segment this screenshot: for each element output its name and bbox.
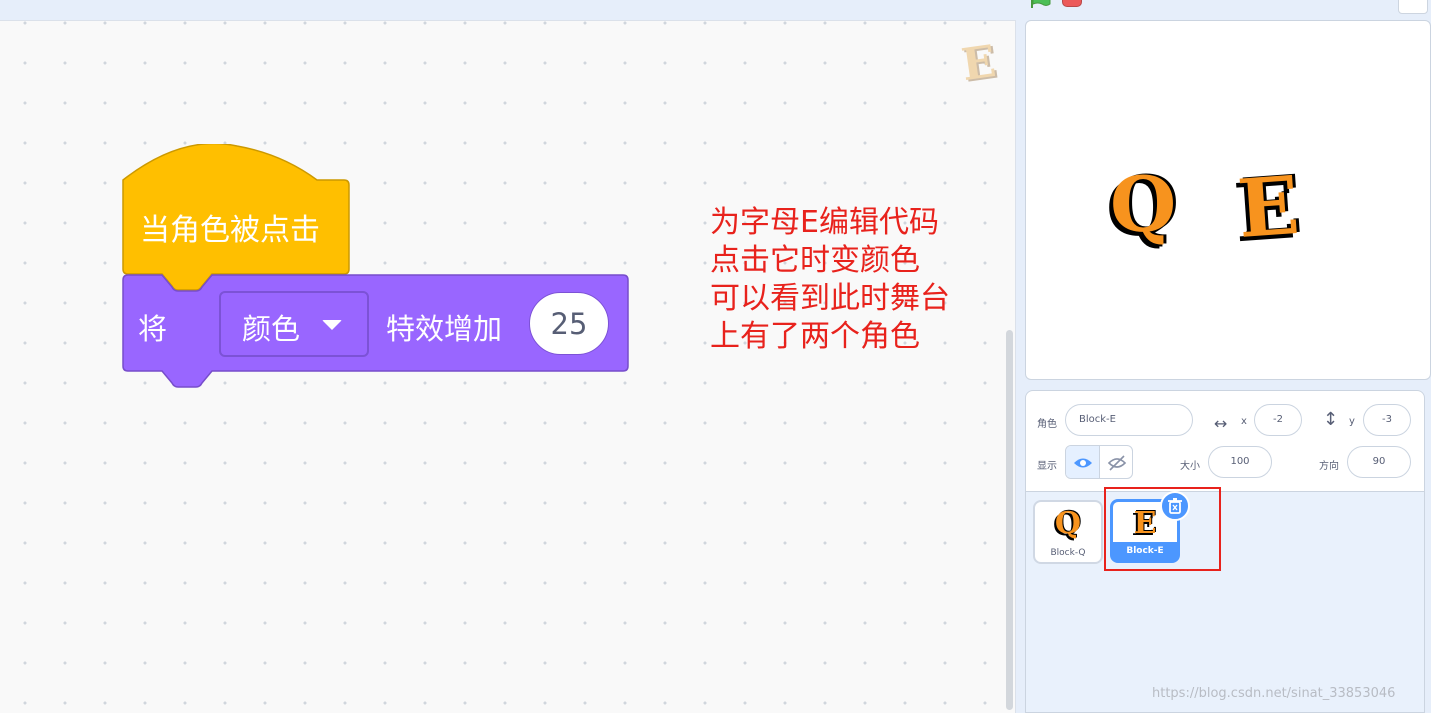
block-prefix-label: 将	[138, 312, 168, 346]
size-label: 大小	[1180, 461, 1200, 472]
x-input[interactable]: -2	[1254, 404, 1302, 436]
direction-label: 方向	[1319, 461, 1339, 472]
y-label: y	[1349, 416, 1355, 427]
effect-amount-input[interactable]: 25	[529, 292, 609, 355]
y-input[interactable]: -3	[1363, 404, 1411, 436]
annotation-line: 为字母E编辑代码	[710, 205, 939, 240]
sprite-tile-name: Block-Q	[1050, 548, 1086, 558]
eye-slash-icon	[1107, 455, 1127, 471]
sprite-thumbnail: Q	[1054, 506, 1082, 541]
annotation-text: 为字母E编辑代码 点击它时变颜色 可以看到此时舞台 上有了两个角色	[710, 204, 950, 356]
y-arrows-icon: ↕	[1323, 409, 1339, 430]
stage[interactable]	[1025, 20, 1431, 380]
x-label: x	[1241, 416, 1247, 427]
show-button[interactable]	[1066, 446, 1100, 478]
sprite-label: 角色	[1037, 419, 1057, 430]
stop-icon[interactable]	[1062, 0, 1082, 7]
x-arrows-icon: ↔	[1214, 414, 1228, 433]
top-bar	[0, 0, 1431, 20]
size-input[interactable]: 100	[1208, 446, 1272, 478]
watermark: https://blog.csdn.net/sinat_33853046	[1152, 686, 1396, 701]
workspace-scrollbar[interactable]	[1006, 330, 1013, 710]
chevron-down-icon[interactable]	[322, 320, 342, 330]
visibility-toggle	[1065, 445, 1133, 479]
eye-icon	[1074, 458, 1092, 468]
effect-dropdown-value: 颜色	[242, 312, 301, 346]
stage-sprite-e[interactable]: E	[1235, 158, 1302, 256]
current-sprite-badge: E	[958, 35, 999, 92]
stage-sprite-q[interactable]: Q	[1110, 160, 1176, 249]
hat-block-label: 当角色被点击	[140, 213, 320, 248]
fullscreen-button[interactable]	[1398, 0, 1428, 14]
sprite-tile-block-q[interactable]: Q Block-Q	[1033, 500, 1103, 564]
show-label: 显示	[1037, 461, 1057, 472]
hide-button[interactable]	[1100, 446, 1132, 478]
annotation-line: 可以看到此时舞台	[710, 281, 950, 316]
annotation-line: 点击它时变颜色	[710, 243, 920, 278]
annotation-line: 上有了两个角色	[710, 319, 920, 354]
block-suffix-label: 特效增加	[386, 312, 503, 346]
green-flag-icon[interactable]	[1030, 0, 1052, 8]
sprite-name-input[interactable]: Block-E	[1065, 404, 1193, 436]
direction-input[interactable]: 90	[1347, 446, 1411, 478]
highlight-box	[1104, 487, 1221, 571]
